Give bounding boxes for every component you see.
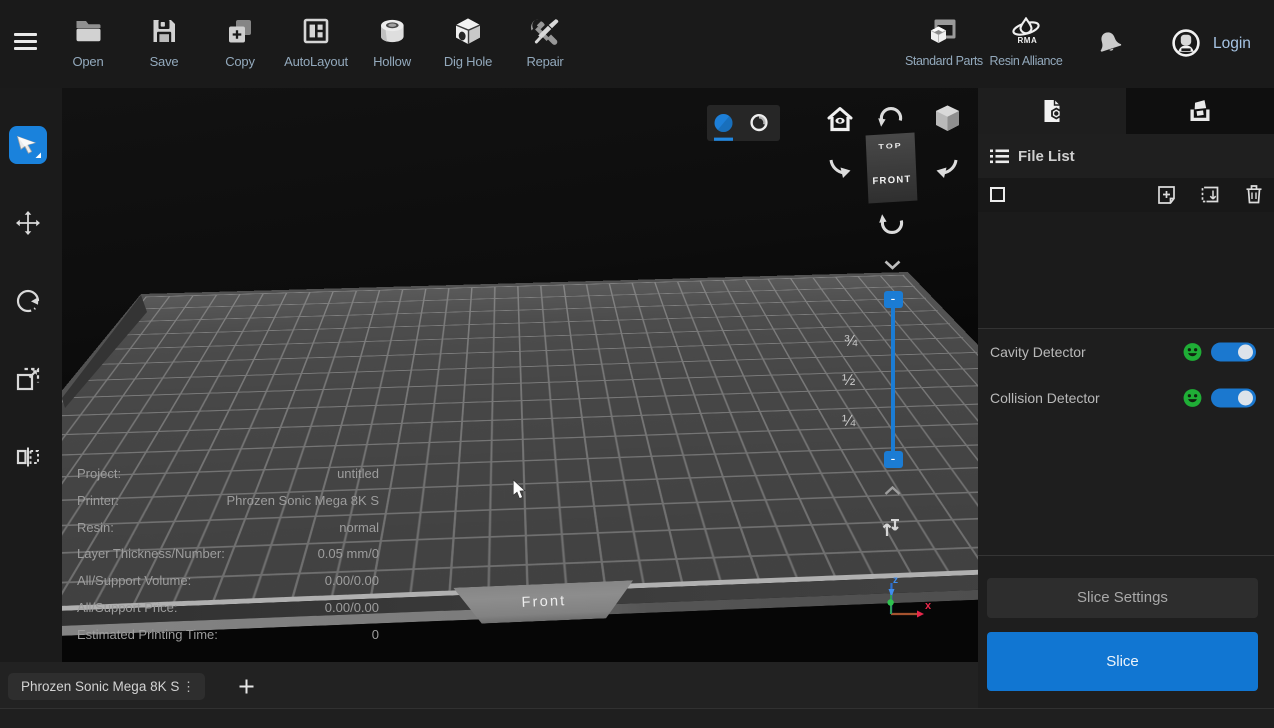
svg-text:x: x — [925, 600, 932, 612]
svg-text:z: z — [893, 575, 898, 586]
svg-text:RMA: RMA — [1018, 36, 1038, 45]
